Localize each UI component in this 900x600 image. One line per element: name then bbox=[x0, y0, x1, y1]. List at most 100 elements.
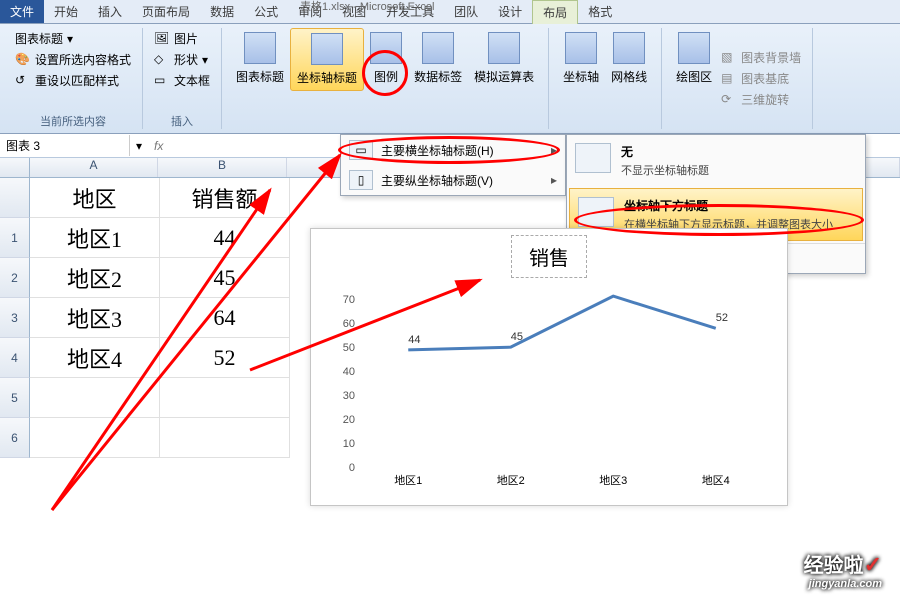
tab-insert[interactable]: 插入 bbox=[88, 0, 132, 23]
ribbon: 图表标题 ▾ 🎨设置所选内容格式 ↺重设以匹配样式 当前所选内容 🖼图片 ◇形状… bbox=[0, 24, 900, 134]
chart-title-button[interactable]: 图表标题 bbox=[230, 28, 290, 89]
name-box[interactable]: 图表 3 bbox=[0, 135, 130, 156]
cell[interactable]: 地区 bbox=[30, 178, 160, 218]
dd-vertical-axis-title[interactable]: ▯ 主要纵坐标轴标题(V) ▸ bbox=[341, 165, 565, 195]
chart-title-icon bbox=[244, 32, 276, 64]
col-header-b[interactable]: B bbox=[158, 158, 287, 177]
tab-home[interactable]: 开始 bbox=[44, 0, 88, 23]
reset-icon: ↺ bbox=[15, 73, 31, 89]
gridlines-icon bbox=[613, 32, 645, 64]
rotation-icon: ⟳ bbox=[721, 92, 737, 108]
chart-title[interactable]: 销售 bbox=[511, 235, 587, 278]
chevron-right-icon: ▸ bbox=[551, 143, 557, 157]
cell[interactable]: 地区3 bbox=[30, 298, 160, 338]
axis-title-button[interactable]: 坐标轴标题 bbox=[290, 28, 364, 91]
tab-file[interactable]: 文件 bbox=[0, 0, 44, 23]
dd-horizontal-axis-title[interactable]: ▭ 主要横坐标轴标题(H) ▸ bbox=[341, 135, 565, 165]
below-icon bbox=[578, 197, 614, 227]
cell[interactable]: 44 bbox=[160, 218, 290, 258]
horiz-axis-icon: ▭ bbox=[349, 140, 373, 160]
wall-icon: ▧ bbox=[721, 50, 737, 66]
cell[interactable]: 地区1 bbox=[30, 218, 160, 258]
group-insert: 🖼图片 ◇形状 ▾ ▭文本框 插入 bbox=[143, 28, 222, 129]
tab-format[interactable]: 格式 bbox=[578, 0, 622, 23]
chart-element-selector[interactable]: 图表标题 ▾ bbox=[12, 28, 134, 49]
data-labels-button[interactable]: 数据标签 bbox=[408, 28, 468, 89]
fx-icon[interactable]: fx bbox=[148, 139, 169, 153]
row-header[interactable] bbox=[0, 178, 30, 218]
axis-title-dropdown: ▭ 主要横坐标轴标题(H) ▸ ▯ 主要纵坐标轴标题(V) ▸ bbox=[340, 134, 566, 196]
data-table-icon bbox=[488, 32, 520, 64]
picture-icon: 🖼 bbox=[154, 31, 170, 47]
row-header[interactable]: 5 bbox=[0, 378, 30, 418]
format-icon: 🎨 bbox=[15, 52, 31, 68]
format-selection-button[interactable]: 🎨设置所选内容格式 bbox=[12, 49, 134, 70]
group-axes: 坐标轴 网格线 bbox=[549, 28, 662, 129]
none-icon bbox=[575, 143, 611, 173]
fly-none[interactable]: 无不显示坐标轴标题 bbox=[567, 135, 865, 186]
cell[interactable]: 地区4 bbox=[30, 338, 160, 378]
tab-formula[interactable]: 公式 bbox=[244, 0, 288, 23]
row-header[interactable]: 3 bbox=[0, 298, 30, 338]
chart-wall-button: ▧图表背景墙 bbox=[718, 47, 804, 68]
chart-plot-area[interactable]: 010203040506070 444552 地区1地区2地区3地区4 bbox=[357, 280, 767, 488]
cell[interactable] bbox=[160, 418, 290, 458]
insert-shape-button[interactable]: ◇形状 ▾ bbox=[151, 49, 213, 70]
row-header[interactable]: 6 bbox=[0, 418, 30, 458]
group-label-selection: 当前所选内容 bbox=[12, 109, 134, 129]
group-label-insert: 插入 bbox=[151, 109, 213, 129]
data-labels-icon bbox=[422, 32, 454, 64]
cell[interactable]: 销售额 bbox=[160, 178, 290, 218]
col-header-a[interactable]: A bbox=[30, 158, 159, 177]
tab-design[interactable]: 设计 bbox=[488, 0, 532, 23]
data-table-button[interactable]: 模拟运算表 bbox=[468, 28, 540, 89]
axes-button[interactable]: 坐标轴 bbox=[557, 28, 605, 129]
cell[interactable] bbox=[160, 378, 290, 418]
tab-data[interactable]: 数据 bbox=[200, 0, 244, 23]
row-header[interactable]: 1 bbox=[0, 218, 30, 258]
rotation-button: ⟳三维旋转 bbox=[718, 89, 804, 110]
fly-desc: 不显示坐标轴标题 bbox=[621, 162, 709, 178]
vert-axis-icon: ▯ bbox=[349, 170, 373, 190]
axis-title-icon bbox=[311, 33, 343, 65]
tab-chart-layout[interactable]: 布局 bbox=[532, 0, 578, 24]
chart-floor-button: ▤图表基底 bbox=[718, 68, 804, 89]
gridlines-button[interactable]: 网格线 bbox=[605, 28, 653, 129]
watermark: 经验啦✓ jingyanla.com bbox=[804, 549, 882, 590]
textbox-icon: ▭ bbox=[154, 73, 170, 89]
tab-team[interactable]: 团队 bbox=[444, 0, 488, 23]
cell[interactable]: 45 bbox=[160, 258, 290, 298]
row-header[interactable]: 4 bbox=[0, 338, 30, 378]
name-box-dropdown-icon[interactable]: ▾ bbox=[130, 139, 148, 153]
cell[interactable]: 64 bbox=[160, 298, 290, 338]
dd-item-label: 主要横坐标轴标题(H) bbox=[381, 142, 494, 159]
group-selection: 图表标题 ▾ 🎨设置所选内容格式 ↺重设以匹配样式 当前所选内容 bbox=[4, 28, 143, 129]
y-axis: 010203040506070 bbox=[321, 280, 355, 488]
fly-title: 无 bbox=[621, 143, 709, 160]
tab-page-layout[interactable]: 页面布局 bbox=[132, 0, 200, 23]
plot-area-icon bbox=[678, 32, 710, 64]
group-labels: 图表标题 坐标轴标题 图例 数据标签 模拟运算表 bbox=[222, 28, 549, 129]
group-background: 绘图区 ▧图表背景墙 ▤图表基底 ⟳三维旋转 bbox=[662, 28, 813, 129]
floor-icon: ▤ bbox=[721, 71, 737, 87]
cell[interactable] bbox=[30, 418, 160, 458]
plot-area-button[interactable]: 绘图区 bbox=[670, 28, 718, 129]
legend-button[interactable]: 图例 bbox=[364, 28, 408, 89]
embedded-chart[interactable]: 销售 010203040506070 444552 地区1地区2地区3地区4 bbox=[310, 228, 788, 506]
x-axis: 地区1地区2地区3地区4 bbox=[357, 472, 767, 488]
axes-icon bbox=[565, 32, 597, 64]
chevron-right-icon: ▸ bbox=[551, 173, 557, 187]
insert-textbox-button[interactable]: ▭文本框 bbox=[151, 70, 213, 91]
cell[interactable] bbox=[30, 378, 160, 418]
line-series bbox=[357, 280, 767, 468]
plot: 444552 bbox=[357, 280, 767, 468]
reset-style-button[interactable]: ↺重设以匹配样式 bbox=[12, 70, 134, 91]
window-title: 表格1.xlsx - Microsoft Excel bbox=[300, 0, 434, 14]
ribbon-tabs: 文件 开始 插入 页面布局 数据 公式 审阅 视图 开发工具 团队 设计 布局 … bbox=[0, 0, 900, 24]
dd-item-label: 主要纵坐标轴标题(V) bbox=[381, 172, 493, 189]
select-all-corner[interactable] bbox=[0, 158, 30, 177]
cell[interactable]: 地区2 bbox=[30, 258, 160, 298]
cell[interactable]: 52 bbox=[160, 338, 290, 378]
row-header[interactable]: 2 bbox=[0, 258, 30, 298]
insert-picture-button[interactable]: 🖼图片 bbox=[151, 28, 213, 49]
